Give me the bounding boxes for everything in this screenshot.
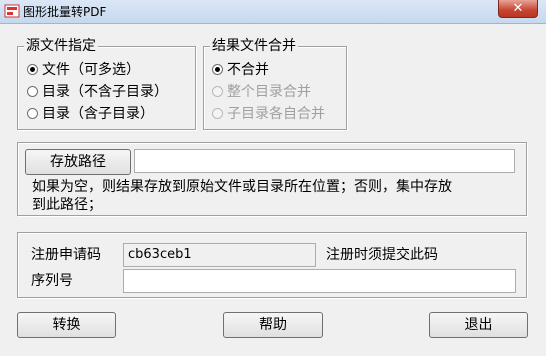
storage-hint-line1: 如果为空，则结果存放到原始文件或目录所在位置；否则，集中存放 xyxy=(32,179,452,195)
storage-path-button[interactable]: 存放路径 xyxy=(25,149,131,175)
serial-number-label: 序列号 xyxy=(31,273,73,289)
window-title: 图形批量转PDF xyxy=(23,5,107,19)
convert-button[interactable]: 转换 xyxy=(17,312,116,338)
app-icon xyxy=(4,4,20,18)
radio-button[interactable] xyxy=(212,63,223,75)
source-option-dir-with-sub[interactable]: 目录（含子目录） xyxy=(27,103,154,123)
source-option-label: 文件（可多选） xyxy=(42,62,140,78)
merge-option-label: 不合并 xyxy=(227,62,269,78)
serial-number-input[interactable] xyxy=(123,269,516,293)
merge-option-none[interactable]: 不合并 xyxy=(212,59,269,79)
radio-button[interactable] xyxy=(212,107,223,119)
radio-button[interactable] xyxy=(212,85,223,97)
radio-button[interactable] xyxy=(27,63,38,75)
merge-option-each-subdir[interactable]: 子目录各自合并 xyxy=(212,103,325,123)
merge-option-label: 整个目录合并 xyxy=(227,84,311,100)
source-group-legend: 源文件指定 xyxy=(24,38,98,54)
radio-button[interactable] xyxy=(27,107,38,119)
source-option-label: 目录（不含子目录） xyxy=(42,84,168,100)
help-button[interactable]: 帮助 xyxy=(223,312,323,338)
close-button[interactable]: ✕ xyxy=(498,0,538,18)
storage-path-input[interactable] xyxy=(134,149,515,173)
merge-option-label: 子目录各自合并 xyxy=(227,106,325,122)
source-option-dir-no-sub[interactable]: 目录（不含子目录） xyxy=(27,81,168,101)
close-icon: ✕ xyxy=(512,1,524,16)
source-option-file[interactable]: 文件（可多选） xyxy=(27,59,140,79)
request-code-field[interactable]: cb63ceb1 xyxy=(123,243,316,267)
request-code-label: 注册申请码 xyxy=(31,247,101,263)
request-code-note: 注册时须提交此码 xyxy=(326,247,438,263)
merge-option-whole-dir[interactable]: 整个目录合并 xyxy=(212,81,311,101)
merge-group-legend: 结果文件合并 xyxy=(210,38,298,54)
storage-hint-line2: 到此路径； xyxy=(32,197,102,213)
radio-button[interactable] xyxy=(27,85,38,97)
title-bar: 图形批量转PDF ✕ xyxy=(0,0,546,24)
exit-button[interactable]: 退出 xyxy=(429,312,528,338)
source-option-label: 目录（含子目录） xyxy=(42,106,154,122)
